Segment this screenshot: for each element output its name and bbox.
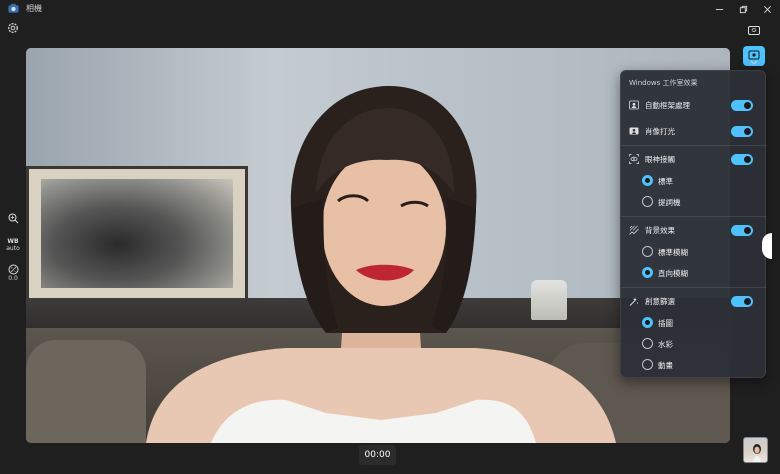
eye-contact-standard-option[interactable]: 標準 bbox=[621, 171, 767, 191]
radio-selected[interactable] bbox=[642, 175, 653, 186]
exposure-tool[interactable]: + − 0.0 bbox=[0, 264, 26, 282]
divider bbox=[621, 216, 767, 217]
background-effects-label: 背景效果 bbox=[645, 226, 675, 235]
watercolor-option[interactable]: 水彩 bbox=[621, 334, 767, 354]
thumbnail-image bbox=[753, 444, 761, 462]
recording-timer: 00:00 bbox=[359, 445, 396, 465]
creative-filters-row: 創意篩選 bbox=[621, 291, 767, 311]
svg-text:−: − bbox=[13, 270, 16, 274]
option-label: 直向模糊 bbox=[658, 269, 688, 278]
option-label: 動畫 bbox=[658, 361, 673, 370]
minimize-button[interactable] bbox=[706, 0, 732, 18]
option-label: 標準模糊 bbox=[658, 248, 688, 257]
close-icon bbox=[763, 5, 771, 13]
last-capture-thumbnail[interactable] bbox=[743, 437, 768, 463]
portrait-light-label: 肖像打光 bbox=[645, 127, 675, 136]
minimize-icon bbox=[715, 8, 723, 10]
portrait-blur-option[interactable]: 直向模糊 bbox=[621, 263, 767, 283]
eye-contact-row: 眼神接觸 bbox=[621, 149, 767, 169]
white-balance-tool[interactable]: WB auto bbox=[0, 238, 26, 252]
shutter-button[interactable] bbox=[762, 233, 772, 259]
radio-unselected[interactable] bbox=[642, 246, 653, 257]
camera-app-icon bbox=[8, 3, 19, 13]
animation-option[interactable]: 動畫 bbox=[621, 355, 767, 375]
divider bbox=[621, 145, 767, 146]
window-title: 相機 bbox=[26, 4, 42, 13]
portrait-light-icon bbox=[629, 127, 639, 135]
eye-contact-toggle[interactable] bbox=[731, 154, 753, 165]
background-effects-toggle[interactable] bbox=[731, 225, 753, 236]
exposure-icon: + − bbox=[8, 264, 18, 275]
automatic-framing-label: 自動框架處理 bbox=[645, 101, 690, 110]
radio-unselected[interactable] bbox=[642, 338, 653, 349]
background-effects-row: 背景效果 bbox=[621, 220, 767, 240]
wb-label: WB bbox=[7, 238, 19, 245]
eye-contact-icon bbox=[629, 154, 639, 164]
portrait-light-toggle[interactable] bbox=[731, 126, 753, 137]
radio-selected[interactable] bbox=[642, 317, 653, 328]
eye-contact-teleprompter-option[interactable]: 提詞機 bbox=[621, 192, 767, 212]
exposure-value: 0.0 bbox=[8, 275, 18, 282]
zoom-in-icon bbox=[8, 213, 18, 224]
switch-camera-icon[interactable] bbox=[748, 25, 760, 35]
close-button[interactable] bbox=[754, 0, 780, 18]
automatic-framing-row: 自動框架處理 bbox=[621, 95, 767, 115]
option-label: 插圖 bbox=[658, 319, 673, 328]
title-bar: 相機 bbox=[0, 0, 780, 18]
creative-filters-icon bbox=[629, 297, 639, 306]
option-label: 標準 bbox=[658, 177, 673, 186]
chevron-down-icon bbox=[750, 60, 758, 65]
automatic-framing-toggle[interactable] bbox=[731, 100, 753, 111]
frame-person-icon bbox=[629, 100, 639, 110]
eye-contact-label: 眼神接觸 bbox=[645, 155, 675, 164]
option-label: 提詞機 bbox=[658, 198, 681, 207]
creative-filters-toggle[interactable] bbox=[731, 296, 753, 307]
radio-unselected[interactable] bbox=[642, 196, 653, 207]
standard-blur-option[interactable]: 標準模糊 bbox=[621, 242, 767, 262]
illustration-option[interactable]: 插圖 bbox=[621, 313, 767, 333]
panel-title: Windows 工作室效果 bbox=[629, 79, 698, 87]
radio-unselected[interactable] bbox=[642, 359, 653, 370]
radio-selected[interactable] bbox=[642, 267, 653, 278]
creative-filters-label: 創意篩選 bbox=[645, 297, 675, 306]
option-label: 水彩 bbox=[658, 340, 673, 349]
restore-icon bbox=[739, 5, 747, 13]
portrait-light-row: 肖像打光 bbox=[621, 121, 767, 141]
zoom-tool[interactable] bbox=[0, 213, 26, 224]
studio-effects-panel: Windows 工作室效果 自動框架處理 肖像打光 眼神接觸 標準 提詞機 背景… bbox=[620, 70, 767, 378]
restore-button[interactable] bbox=[730, 0, 756, 18]
divider bbox=[621, 287, 767, 288]
settings-gear-icon[interactable] bbox=[6, 21, 20, 35]
background-effects-icon bbox=[629, 225, 639, 235]
wb-value: auto bbox=[6, 245, 20, 252]
